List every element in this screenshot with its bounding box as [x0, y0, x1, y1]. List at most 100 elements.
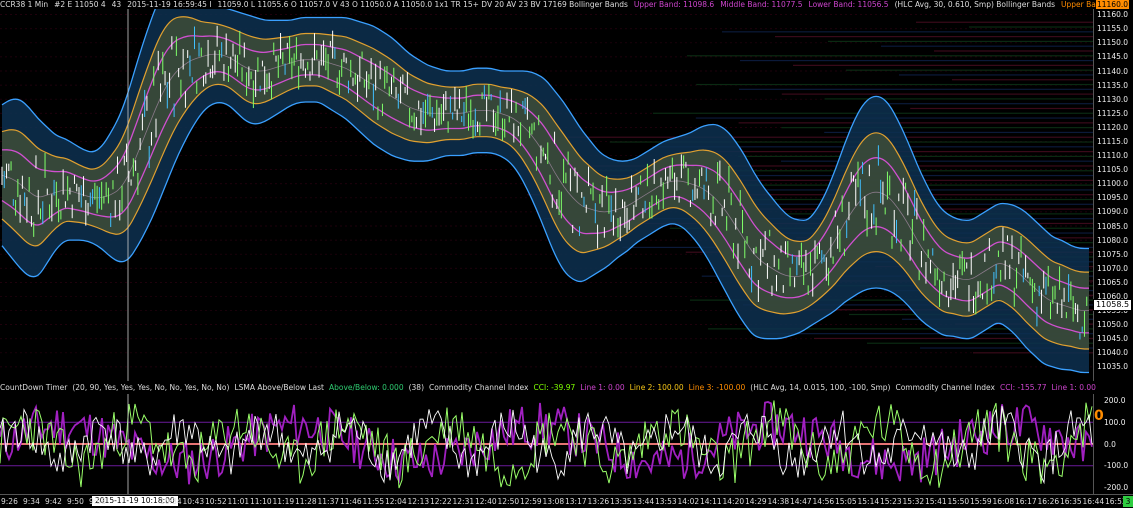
volume-profile-bar — [567, 137, 1093, 138]
time-tick-label: 10:43 — [183, 497, 205, 506]
price-tick-label: 11140.0 — [1097, 67, 1128, 76]
time-tick-label: 13:08 — [543, 497, 565, 506]
title-segment: (HLC Avg, 30, 0.610, Smp) Bollinger Band… — [895, 0, 1055, 9]
price-tick-label: 11085.0 — [1097, 222, 1128, 231]
cci-tick-label: 0.0 — [1104, 440, 1116, 449]
time-tick-label: 16:26 — [1038, 497, 1060, 506]
time-tick-label: 12:22 — [430, 497, 452, 506]
legend-entry: (HLC Avg, 14, 0.015, 100, -100, Smp) — [750, 383, 890, 392]
time-tick-label: 11:46 — [340, 497, 362, 506]
volume-profile-bar — [696, 84, 1093, 85]
time-tick-label: 9:42 — [45, 497, 62, 506]
time-tick-label: 16:08 — [993, 497, 1015, 506]
time-tick-label: 16:17 — [1015, 497, 1037, 506]
title-segment: Middle Band: 11077.5 — [720, 0, 802, 9]
time-tick-label: 13:44 — [633, 497, 655, 506]
legend-entry: LSMA Above/Below Last — [234, 383, 324, 392]
price-tick-label: 11065.0 — [1097, 278, 1128, 287]
volume-profile-bar — [916, 22, 1093, 23]
price-tick-label: 11075.0 — [1097, 250, 1128, 259]
legend-entry: CountDown Timer — [0, 383, 67, 392]
price-chart[interactable] — [0, 9, 1093, 381]
cci-tick-label: 100.0 — [1104, 418, 1125, 427]
volume-profile-bar — [738, 156, 1093, 157]
time-tick-label: 9:50 — [67, 497, 84, 506]
cci-tick-label: -100.0 — [1104, 461, 1128, 470]
price-tick-label: 11090.0 — [1097, 207, 1128, 216]
time-tick-label: 14:38 — [768, 497, 790, 506]
price-tick-label: 11155.0 — [1097, 24, 1128, 33]
price-tick-label: 11080.0 — [1097, 236, 1128, 245]
time-axis[interactable]: 2015-11-19 10:18:00 9:269:349:429:509:58… — [0, 494, 1133, 508]
price-tick-label: 11105.0 — [1097, 165, 1128, 174]
time-tick-label: 10:52 — [205, 497, 227, 506]
time-tick-label: 13:26 — [588, 497, 610, 506]
legend-entry: (38) — [409, 383, 424, 392]
price-tick-label: 11040.0 — [1097, 348, 1128, 357]
corner-indicator[interactable]: 3 — [1123, 496, 1133, 507]
price-tick-label: 11115.0 — [1097, 137, 1128, 146]
time-tick-label: 14:56 — [813, 497, 835, 506]
volume-profile-bar — [952, 79, 1093, 80]
legend-entry: Above/Below: 0.000 — [329, 383, 404, 392]
price-tick-label: 11095.0 — [1097, 193, 1128, 202]
volume-profile-bar — [934, 50, 1093, 51]
legend-entry: Line 1: 0.00 — [1052, 383, 1096, 392]
cci-tick-label: 200.0 — [1104, 396, 1125, 405]
legend-entry: CCI: -155.77 — [1000, 383, 1047, 392]
title-segment: CCR38 1 Min — [0, 0, 48, 9]
time-tick-label: 11:37 — [318, 497, 340, 506]
time-tick-label: 11:55 — [363, 497, 385, 506]
price-tick-label: 11150.0 — [1097, 38, 1128, 47]
price-tick-label: 11120.0 — [1097, 123, 1128, 132]
time-tick-label: 11:19 — [273, 497, 295, 506]
title-segment: 11059.0 L 11055.6 O 11057.0 V 43 O 11050… — [217, 0, 627, 9]
time-tick-label: 15:23 — [880, 497, 902, 506]
zero-marker: 0 — [1094, 408, 1104, 424]
volume-profile-bar — [775, 36, 1093, 37]
chart-title-bar: CCR38 1 Min#2 E 11050 4432015-11-19 16:5… — [0, 0, 1103, 9]
legend-entry: Commodity Channel Index — [895, 383, 994, 392]
price-tick-label: 11145.0 — [1097, 52, 1128, 61]
volume-profile-bar — [825, 98, 1093, 99]
time-tick-label: 16:44 — [1083, 497, 1105, 506]
price-tick-label: 11035.0 — [1097, 362, 1128, 371]
time-tick-label: 15:05 — [835, 497, 857, 506]
time-tick-label: 11:28 — [295, 497, 317, 506]
volume-profile-bar — [687, 55, 1093, 56]
price-tick-label: 11160.0 — [1097, 10, 1128, 19]
time-tick-label: 16:35 — [1060, 497, 1082, 506]
time-tick-label: 9:26 — [1, 497, 18, 506]
time-tick-label: 13:17 — [565, 497, 587, 506]
legend-entry: Commodity Channel Index — [429, 383, 528, 392]
title-segment: 2015-11-19 16:59:45 I — [127, 0, 211, 9]
price-tick-label: 11050.0 — [1097, 320, 1128, 329]
volume-profile-bar — [846, 70, 1093, 71]
cci-indicator-chart[interactable] — [0, 394, 1093, 494]
volume-profile-bar — [781, 161, 1093, 162]
time-tick-label: 14:20 — [723, 497, 745, 506]
title-segment: 43 — [112, 0, 122, 9]
time-tick-label: 9:34 — [23, 497, 40, 506]
time-tick-label: 10:34 — [160, 497, 182, 506]
price-tick-label: 11045.0 — [1097, 334, 1128, 343]
volume-profile-bar — [969, 26, 1093, 27]
legend-entry: Line 2: 100.00 — [630, 383, 684, 392]
price-tick-label: 11100.0 — [1097, 179, 1128, 188]
volume-profile-bar — [739, 89, 1093, 90]
volume-profile-bar — [910, 108, 1093, 109]
price-axis[interactable]: 11035.011040.011045.011050.011055.011060… — [1093, 9, 1133, 381]
legend-entry: Line 3: -100.00 — [689, 383, 746, 392]
time-tick-label: 12:31 — [453, 497, 475, 506]
time-tick-label: 12:50 — [498, 497, 520, 506]
time-tick-label: 15:14 — [858, 497, 880, 506]
time-tick-label: 14:11 — [700, 497, 722, 506]
time-tick-label: 12:40 — [475, 497, 497, 506]
volume-profile-bar — [781, 127, 1093, 128]
price-tick-label: 11070.0 — [1097, 264, 1128, 273]
title-segment: Upper Band: 11098.6 — [634, 0, 714, 9]
indicator-legend: CountDown Timer(20, 90, Yes, Yes, Yes, N… — [0, 382, 1100, 394]
time-tick-label: 11:01 — [228, 497, 250, 506]
title-segment: Lower Band: 11056.5 — [809, 0, 889, 9]
time-tick-label: 12:04 — [385, 497, 407, 506]
